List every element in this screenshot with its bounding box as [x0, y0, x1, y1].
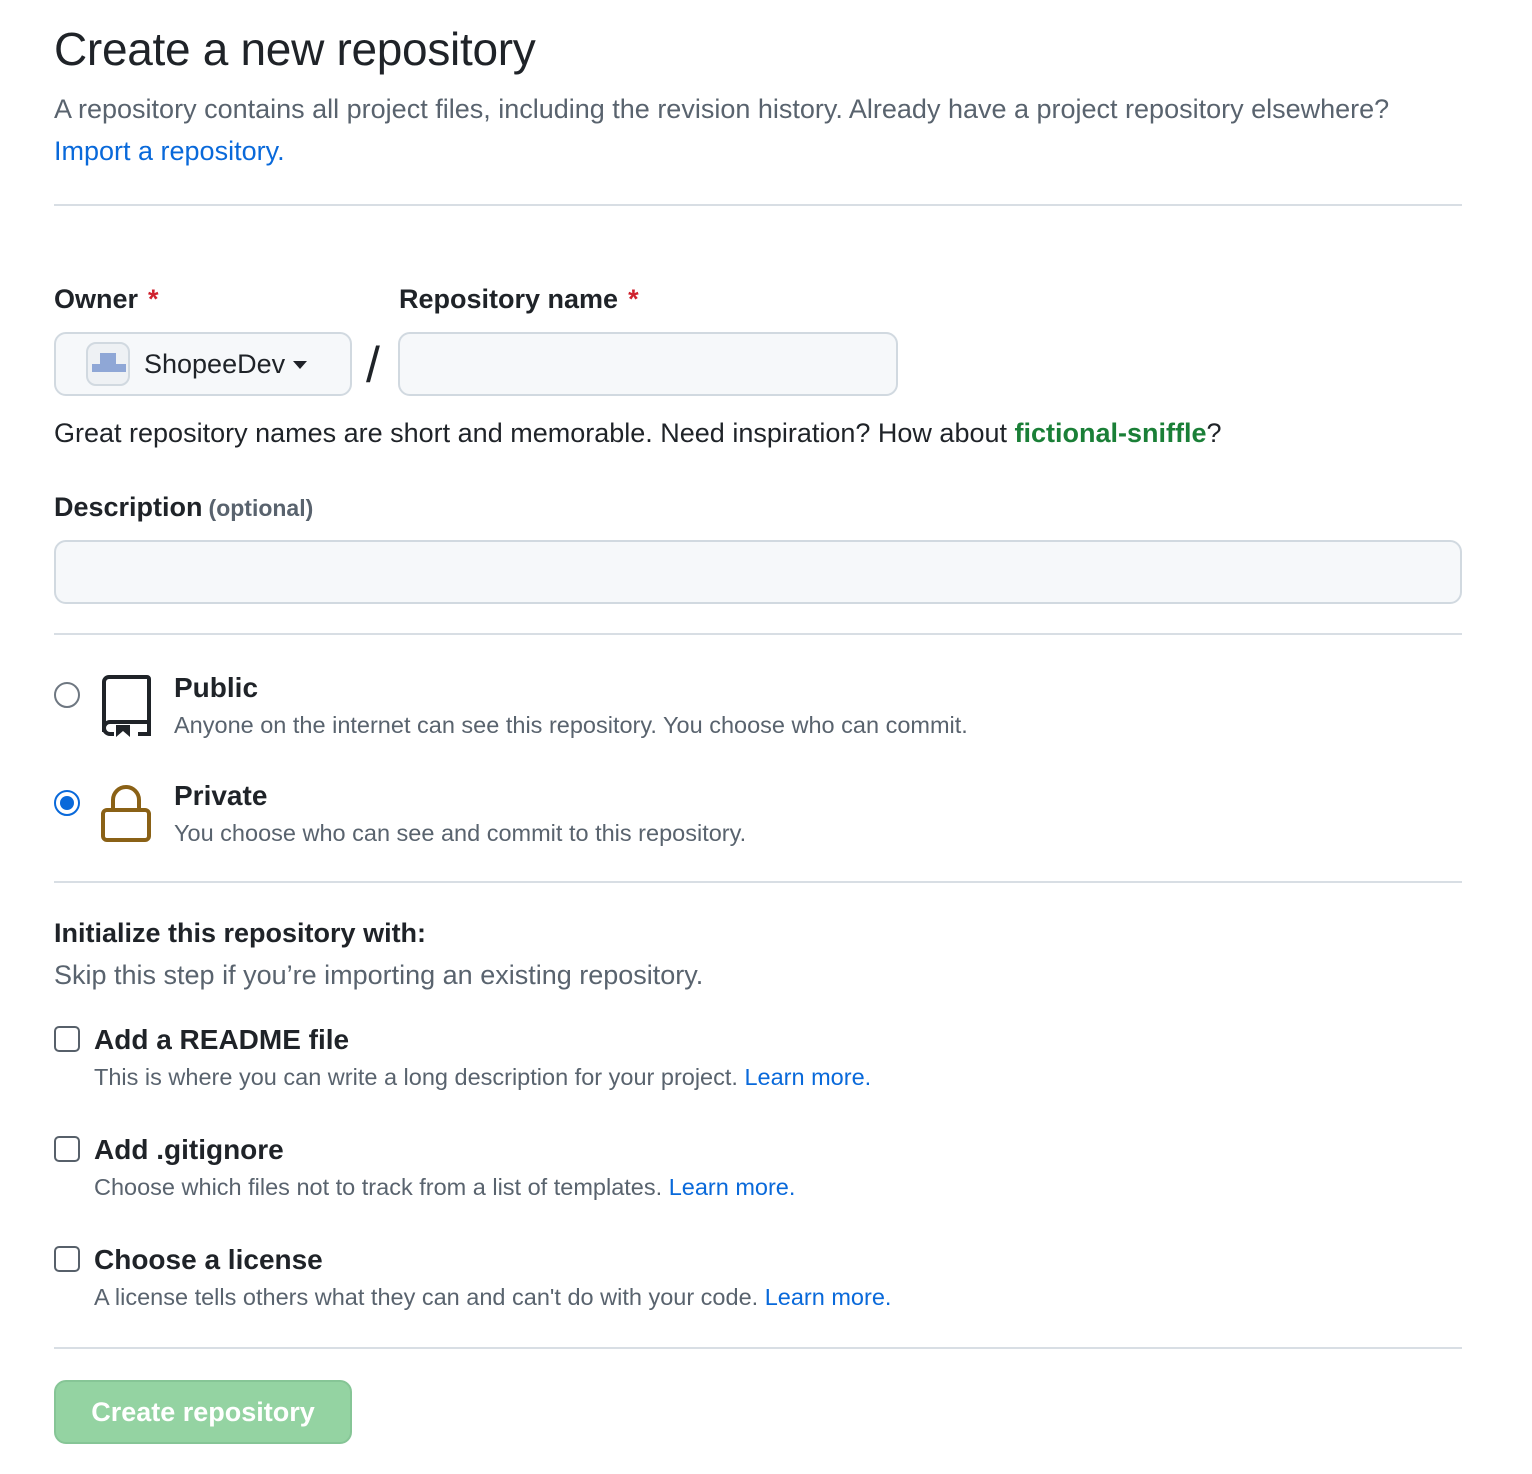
private-title: Private — [174, 780, 268, 811]
optional-tag: (optional) — [208, 495, 314, 521]
description-input[interactable] — [54, 540, 1462, 604]
initialize-title: Initialize this repository with: — [54, 918, 427, 948]
readme-desc-text: This is where you can write a long descr… — [94, 1064, 738, 1090]
gitignore-title: Add .gitignore — [94, 1134, 284, 1165]
gitignore-description: Choose which files not to track from a l… — [94, 1174, 795, 1201]
owner-label: Owner * — [54, 284, 159, 315]
owner-label-text: Owner — [54, 284, 139, 314]
license-checkbox[interactable] — [54, 1246, 80, 1272]
hint-text: Great repository names are short and mem… — [54, 418, 1007, 448]
subtitle-text: A repository contains all project files,… — [54, 94, 1390, 124]
public-radio[interactable] — [54, 682, 80, 708]
caret-down-icon — [293, 361, 308, 369]
initialize-subtitle: Skip this step if you’re importing an ex… — [54, 960, 704, 990]
readme-checkbox[interactable] — [54, 1026, 80, 1052]
repo-book-icon — [102, 675, 151, 737]
import-repository-link[interactable]: Import a repository. — [54, 136, 285, 166]
private-description: You choose who can see and commit to thi… — [174, 820, 747, 846]
repo-name-label: Repository name * — [399, 284, 639, 315]
gitignore-desc-text: Choose which files not to track from a l… — [94, 1174, 663, 1200]
license-desc-text: A license tells others what they can and… — [94, 1284, 759, 1310]
private-radio[interactable] — [54, 790, 80, 816]
create-repository-button[interactable]: Create repository — [54, 1380, 352, 1444]
repo-name-hint: Great repository names are short and mem… — [54, 418, 1222, 449]
license-title: Choose a license — [94, 1244, 323, 1275]
readme-learn-more-link[interactable]: Learn more. — [744, 1064, 871, 1090]
readme-description: This is where you can write a long descr… — [94, 1064, 871, 1091]
owner-select-button[interactable]: ShopeeDev — [54, 332, 352, 396]
description-label: Description (optional) — [54, 492, 313, 523]
divider — [54, 1347, 1462, 1349]
required-mark: * — [148, 284, 159, 314]
gitignore-learn-more-link[interactable]: Learn more. — [669, 1174, 796, 1200]
description-label-text: Description — [54, 492, 203, 522]
page-subtitle: A repository contains all project files,… — [54, 88, 1434, 172]
divider — [54, 204, 1462, 206]
public-description: Anyone on the internet can see this repo… — [174, 712, 968, 738]
public-title: Public — [174, 672, 259, 703]
lock-icon — [101, 785, 151, 842]
owner-repo-separator: / — [366, 337, 380, 393]
hint-suffix: ? — [1206, 418, 1222, 448]
divider — [54, 881, 1462, 883]
license-learn-more-link[interactable]: Learn more. — [765, 1284, 892, 1310]
license-description: A license tells others what they can and… — [94, 1284, 891, 1311]
divider — [54, 633, 1462, 635]
repo-name-label-text: Repository name — [399, 284, 619, 314]
name-suggestion-link[interactable]: fictional-sniffle — [1015, 418, 1207, 448]
owner-name: ShopeeDev — [144, 348, 286, 379]
required-mark: * — [628, 284, 639, 314]
repository-name-input[interactable] — [398, 332, 898, 396]
readme-title: Add a README file — [94, 1024, 350, 1055]
gitignore-checkbox[interactable] — [54, 1136, 80, 1162]
page-title: Create a new repository — [54, 23, 536, 75]
owner-avatar — [86, 342, 130, 386]
